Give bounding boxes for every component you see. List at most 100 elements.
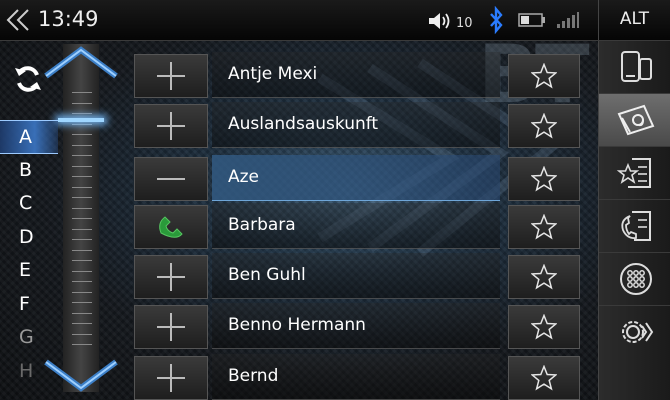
- phone-device-icon: [621, 51, 652, 82]
- favorites-list-button[interactable]: [599, 147, 670, 200]
- alphabet-letter-g[interactable]: G: [0, 321, 58, 353]
- minus-icon: [157, 178, 185, 180]
- contact-row: Benno Hermann: [128, 303, 580, 349]
- contact-row: Bernd: [128, 354, 580, 400]
- favorites-list-icon: [616, 158, 651, 188]
- alphabet-letter-a[interactable]: A: [0, 120, 58, 154]
- star-icon: [531, 166, 557, 192]
- volume-level: 10: [456, 16, 473, 31]
- scroll-tick: [72, 344, 92, 345]
- status-bar: 13:49 10 ALT: [0, 0, 670, 41]
- contact-row: Barbara: [128, 203, 580, 249]
- alphabet-letter-c[interactable]: C: [0, 187, 58, 219]
- scroll-tick: [72, 334, 92, 335]
- alphabet-letter-f[interactable]: F: [0, 288, 58, 320]
- favorite-button[interactable]: [508, 305, 580, 349]
- scroll-tick: [72, 155, 92, 156]
- scroll-tick: [72, 176, 92, 177]
- contact-name[interactable]: Benno Hermann: [212, 303, 500, 349]
- scroll-tick: [72, 187, 92, 188]
- phone-device-button[interactable]: [599, 41, 670, 94]
- scroll-tick: [72, 134, 92, 135]
- expand-button[interactable]: [134, 104, 208, 148]
- contact-name[interactable]: Barbara: [212, 203, 500, 249]
- contacts-book-button[interactable]: [599, 94, 670, 147]
- call-button[interactable]: [134, 205, 208, 249]
- scroll-tick: [72, 218, 92, 219]
- favorite-button[interactable]: [508, 54, 580, 98]
- phone-handset-icon: [159, 216, 183, 238]
- scroll-tick: [72, 197, 92, 198]
- scroll-tick: [72, 229, 92, 230]
- scroll-tick: [72, 271, 92, 272]
- expand-button[interactable]: [134, 305, 208, 349]
- scroll-tick: [72, 166, 92, 167]
- favorite-button[interactable]: [508, 104, 580, 148]
- plus-icon: [157, 263, 185, 291]
- contact-row: Ben Guhl: [128, 253, 580, 299]
- star-icon: [531, 314, 557, 340]
- contact-row: Antje Mexi: [128, 52, 580, 98]
- expand-button[interactable]: [134, 255, 208, 299]
- alphabet-letter-d[interactable]: D: [0, 221, 58, 253]
- star-icon: [531, 365, 557, 391]
- star-icon: [531, 113, 557, 139]
- contact-name[interactable]: Antje Mexi: [212, 52, 500, 98]
- scroll-tick: [72, 208, 92, 209]
- star-icon: [531, 63, 557, 89]
- call-history-icon: [621, 211, 651, 241]
- contact-row: Auslandsauskunft: [128, 102, 580, 148]
- contact-row: Aze: [128, 155, 580, 201]
- battery-icon: [518, 13, 545, 27]
- volume-icon: [429, 13, 450, 29]
- signal-strength-icon: [557, 12, 579, 28]
- scroll-tick: [72, 103, 92, 104]
- plus-icon: [157, 313, 185, 341]
- alphabet-letter-h[interactable]: H: [0, 355, 58, 387]
- scroll-tick: [72, 113, 92, 114]
- expand-button[interactable]: [134, 54, 208, 98]
- favorite-button[interactable]: [508, 356, 580, 400]
- clock: 13:49: [38, 7, 99, 31]
- star-icon: [531, 264, 557, 290]
- contact-name[interactable]: Auslandsauskunft: [212, 102, 500, 148]
- keypad-icon: [620, 263, 652, 295]
- sync-icon[interactable]: [13, 62, 43, 96]
- call-history-button[interactable]: [599, 200, 670, 253]
- bluetooth-icon: [490, 6, 503, 34]
- collapse-button[interactable]: [134, 157, 208, 201]
- scroll-tick: [72, 323, 92, 324]
- scroll-tick: [72, 145, 92, 146]
- star-icon: [531, 214, 557, 240]
- back-icon[interactable]: [4, 7, 34, 33]
- contact-name[interactable]: Ben Guhl: [212, 253, 500, 299]
- settings-gear-icon: [622, 321, 654, 343]
- plus-icon: [157, 112, 185, 140]
- plus-icon: [157, 62, 185, 90]
- scroll-thumb[interactable]: [58, 118, 104, 122]
- scroll-tick: [72, 260, 92, 261]
- contact-name[interactable]: Bernd: [212, 354, 500, 400]
- scroll-tick: [72, 239, 92, 240]
- scroll-tick: [72, 302, 92, 303]
- keypad-button[interactable]: [599, 253, 670, 306]
- contact-name[interactable]: Aze: [212, 155, 500, 201]
- settings-button[interactable]: [599, 306, 670, 358]
- right-toolbar: [598, 41, 670, 400]
- scroll-tick: [72, 281, 92, 282]
- expand-button[interactable]: [134, 356, 208, 400]
- alt-button[interactable]: ALT: [599, 9, 670, 29]
- scroll-tick: [72, 92, 92, 93]
- scroll-tick: [72, 250, 92, 251]
- scroll-up-icon[interactable]: [40, 44, 122, 80]
- scroll-tick: [72, 292, 92, 293]
- favorite-button[interactable]: [508, 205, 580, 249]
- plus-icon: [157, 364, 185, 392]
- favorite-button[interactable]: [508, 157, 580, 201]
- scroll-tick: [72, 313, 92, 314]
- contacts-book-icon: [617, 104, 655, 136]
- alphabet-letter-b[interactable]: B: [0, 154, 58, 186]
- scroll-tick: [72, 124, 92, 125]
- favorite-button[interactable]: [508, 255, 580, 299]
- alphabet-letter-e[interactable]: E: [0, 254, 58, 286]
